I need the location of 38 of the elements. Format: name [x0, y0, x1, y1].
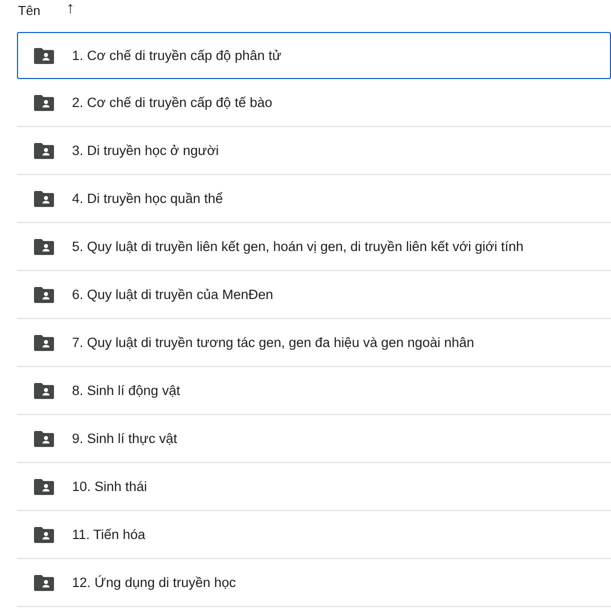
- shared-folder-icon: [34, 334, 54, 350]
- sort-arrow[interactable]: ↑: [66, 0, 74, 18]
- folder-name: 7. Quy luật di truyền tương tác gen, gen đa hiệu và gen ngoài nhân: [72, 335, 474, 350]
- folder-name: 6. Quy luật di truyền của MenĐen: [72, 287, 274, 302]
- folder-row[interactable]: 4. Di truyền học quần thể: [17, 175, 611, 223]
- folder-name: 3. Di truyền học ở người: [72, 143, 219, 158]
- folder-name: 10. Sinh thái: [72, 479, 148, 494]
- folder-name: 12. Ứng dụng di truyền học: [72, 575, 236, 590]
- folder-row[interactable]: 9. Sinh lí thực vật: [17, 415, 611, 463]
- folder-name: 1. Cơ chế di truyền cấp độ phân tử: [72, 48, 282, 63]
- folder-name: 9. Sinh lí thực vật: [72, 431, 178, 446]
- folder-row[interactable]: 3. Di truyền học ở người: [17, 127, 611, 175]
- shared-folder-icon: [34, 190, 54, 206]
- shared-folder-icon: [34, 574, 54, 590]
- folder-name: 2. Cơ chế di truyền cấp độ tế bào: [72, 95, 272, 110]
- shared-folder-icon: [34, 478, 54, 494]
- folder-row[interactable]: 5. Quy luật di truyền liên kết gen, hoán vị gen, di truyền liên kết với giới tính: [17, 223, 611, 271]
- folder-row[interactable]: 7. Quy luật di truyền tương tác gen, gen đa hiệu và gen ngoài nhân: [17, 319, 611, 367]
- folder-name: 5. Quy luật di truyền liên kết gen, hoán vị gen, di truyền liên kết với giới tính: [72, 239, 524, 254]
- shared-folder-icon: [34, 94, 54, 110]
- folder-row[interactable]: 10. Sinh thái: [17, 463, 611, 511]
- folder-name: 8. Sinh lí động vật: [72, 383, 180, 398]
- shared-folder-icon: [34, 48, 54, 64]
- folder-name: 11. Tiến hóa: [72, 527, 146, 542]
- shared-folder-icon: [34, 286, 54, 302]
- shared-folder-icon: [34, 430, 54, 446]
- folder-name: 4. Di truyền học quần thể: [72, 191, 223, 206]
- folder-row[interactable]: 11. Tiến hóa: [17, 511, 611, 559]
- shared-folder-icon: [34, 382, 54, 398]
- column-header[interactable]: Tên: [18, 3, 40, 18]
- folder-row[interactable]: 2. Cơ chế di truyền cấp độ tế bào: [17, 79, 611, 127]
- folder-row[interactable]: 1. Cơ chế di truyền cấp độ phân tử: [17, 32, 611, 79]
- shared-folder-icon: [34, 526, 54, 542]
- shared-folder-icon: [34, 238, 54, 254]
- folder-row[interactable]: 8. Sinh lí động vật: [17, 367, 611, 415]
- shared-folder-icon: [34, 142, 54, 158]
- folder-row[interactable]: 12. Ứng dụng di truyền học: [17, 559, 611, 607]
- folder-row[interactable]: 6. Quy luật di truyền của MenĐen: [17, 271, 611, 319]
